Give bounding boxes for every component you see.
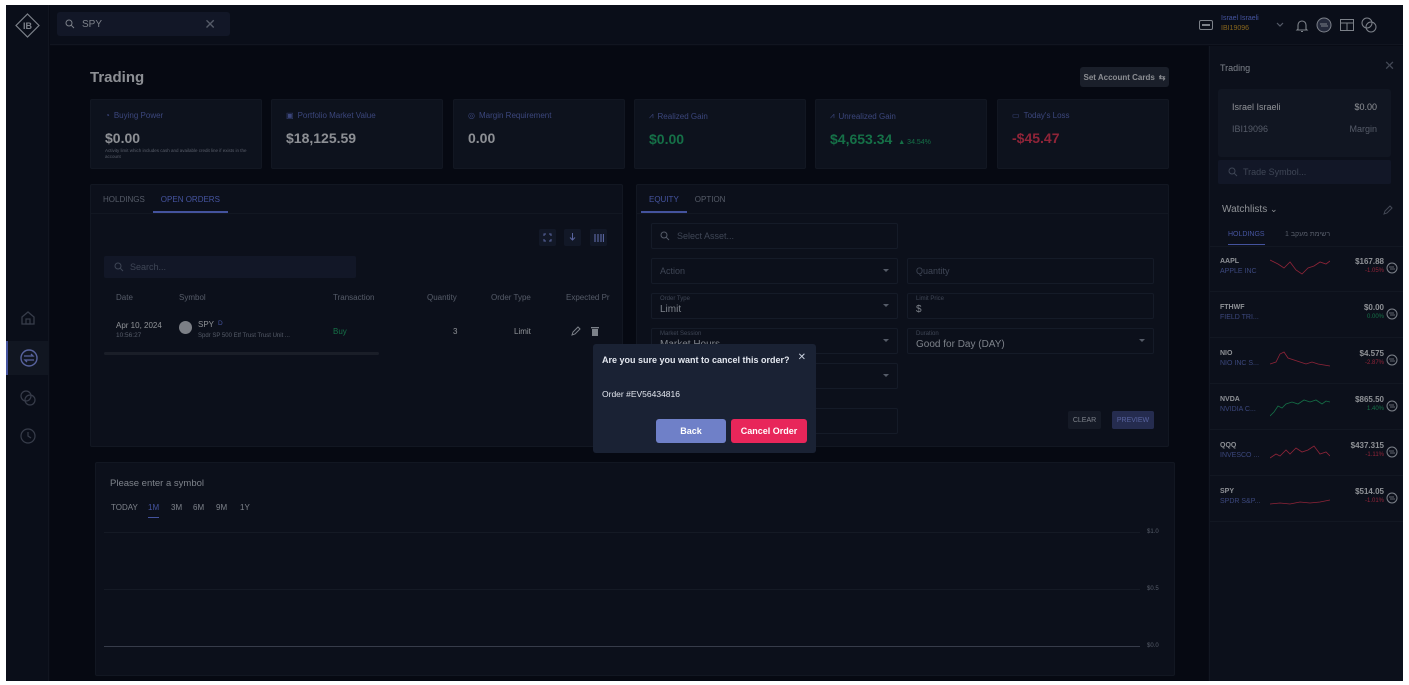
back-button[interactable]: Back bbox=[656, 419, 726, 443]
cancel-order-button[interactable]: Cancel Order bbox=[731, 419, 807, 443]
cancel-order-dialog: Are you sure you want to cancel this ord… bbox=[593, 344, 816, 453]
app-window: IB SPY ✕ Israel Israeli IBI19096 Trading… bbox=[6, 5, 1403, 681]
dialog-order-text: Order #EV56434816 bbox=[602, 389, 680, 399]
close-icon[interactable]: ✕ bbox=[798, 352, 806, 363]
modal-backdrop[interactable] bbox=[6, 5, 1403, 681]
dialog-title: Are you sure you want to cancel this ord… bbox=[602, 355, 790, 365]
